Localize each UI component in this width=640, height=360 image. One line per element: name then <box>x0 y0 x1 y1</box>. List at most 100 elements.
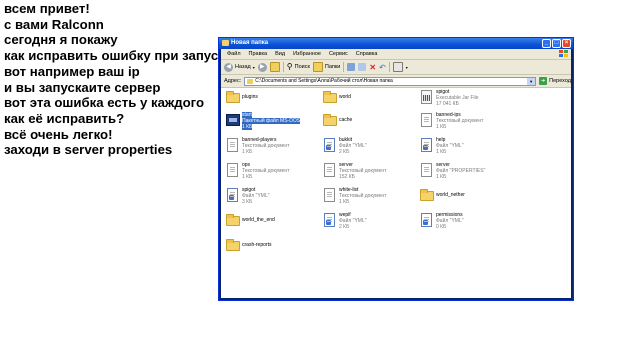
batch-file-icon <box>226 113 240 127</box>
search-icon: ⚲ <box>286 62 293 71</box>
undo-icon[interactable]: ↶ <box>379 63 386 72</box>
back-button[interactable]: ◀ Назад ▾ <box>224 62 255 72</box>
item-name: cache <box>339 117 353 123</box>
back-label: Назад <box>235 64 251 70</box>
list-item[interactable]: world <box>323 89 351 104</box>
address-path: C:\Documents and Settings\Алла\Рабочий с… <box>255 78 393 84</box>
list-item[interactable]: permissions Файл "YML" 0 КБ <box>420 212 464 230</box>
toolbar-separator <box>343 62 345 72</box>
list-item[interactable]: banned-players Текстовый документ 1 КБ <box>226 137 289 155</box>
address-bar: Адрес: C:\Documents and Settings\Алла\Ра… <box>221 75 571 88</box>
caption-line: вот например ваш ip <box>4 63 140 79</box>
item-size: 1 КБ <box>436 124 447 130</box>
menu-tools[interactable]: Сервис <box>329 49 348 59</box>
list-item[interactable]: banned-ips Текстовый документ 1 КБ <box>420 112 483 130</box>
search-button[interactable]: ⚲ Поиск <box>287 63 310 71</box>
text-document-icon <box>420 113 434 127</box>
yml-file-icon <box>420 213 434 227</box>
item-size: 1 КБ <box>339 199 350 205</box>
forward-button[interactable]: ▶ <box>257 62 267 72</box>
views-icon[interactable] <box>392 62 403 72</box>
item-size: 3 КБ <box>242 199 253 205</box>
list-item[interactable]: world_nether <box>420 187 465 202</box>
caption-line: вот эта ошибка есть у каждого <box>4 95 205 111</box>
toolbar-separator <box>282 62 284 72</box>
yml-file-icon <box>323 213 337 227</box>
item-size: 2 КБ <box>339 149 350 155</box>
menu-view[interactable]: Вид <box>275 49 285 59</box>
item-size: 152 КБ <box>339 174 355 180</box>
folder-icon <box>222 40 229 46</box>
list-item[interactable]: server Текстовый документ 152 КБ <box>323 162 386 180</box>
list-item[interactable]: wepif Файл "YML" 2 КБ <box>323 212 367 230</box>
text-document-icon <box>226 163 240 177</box>
list-item[interactable]: help Файл "YML" 1 КБ <box>420 137 464 155</box>
window-title: Новая папка <box>231 40 269 46</box>
text-document-icon <box>226 138 240 152</box>
explorer-window: Новая папка _ □ × Файл Правка Вид Избран… <box>218 37 574 301</box>
title-bar[interactable]: Новая папка _ □ × <box>219 38 573 49</box>
item-size: 2 КБ <box>339 224 350 230</box>
toolbar-separator <box>388 62 390 72</box>
copy-to-icon[interactable] <box>358 63 367 71</box>
list-item[interactable]: ops Текстовый документ 1 КБ <box>226 162 289 180</box>
back-arrow-icon: ◀ <box>224 62 233 72</box>
list-item[interactable]: bukkit Файл "YML" 2 КБ <box>323 137 367 155</box>
chevron-down-icon[interactable]: ▾ <box>406 65 408 70</box>
maximize-button[interactable]: □ <box>552 39 561 48</box>
list-item[interactable]: white-list Текстовый документ 1 КБ <box>323 187 386 205</box>
text-document-icon <box>323 163 337 177</box>
yml-file-icon <box>420 138 434 152</box>
file-list: plugins world spigot Executable Jar File… <box>221 88 571 298</box>
list-item[interactable]: crash-reports <box>226 237 271 252</box>
yml-file-icon <box>323 138 337 152</box>
folders-icon <box>312 62 323 72</box>
list-item[interactable]: server Файл "PROPERTIES" 1 КБ <box>420 162 485 180</box>
list-item[interactable]: plugins <box>226 89 258 104</box>
menu-favorites[interactable]: Избранное <box>293 49 321 59</box>
search-label: Поиск <box>294 64 310 70</box>
folders-button[interactable]: Папки <box>312 62 341 72</box>
window-body: Файл Правка Вид Избранное Сервис Справка… <box>221 49 571 298</box>
toolbar: ◀ Назад ▾ ▶ ⚲ Поиск Папки ✕ ↶ ▾ <box>221 60 571 75</box>
move-to-icon[interactable] <box>347 63 356 71</box>
folder-icon <box>226 238 240 252</box>
list-item[interactable]: cache <box>323 112 352 127</box>
caption-line: и вы запускаите сервер <box>4 79 161 95</box>
list-item[interactable]: spigot Executable Jar File 17 041 КБ <box>420 89 479 107</box>
item-name: world_the_end <box>242 217 275 223</box>
item-name: plugins <box>242 94 258 100</box>
menu-file[interactable]: Файл <box>227 49 241 59</box>
minimize-button[interactable]: _ <box>542 39 551 48</box>
menu-help[interactable]: Справка <box>356 49 378 59</box>
list-item[interactable]: spigot Файл "YML" 3 КБ <box>226 187 270 205</box>
jar-icon <box>420 90 434 104</box>
go-button[interactable]: ➜ Переход <box>539 77 571 85</box>
folders-label: Папки <box>324 64 341 70</box>
folder-icon <box>323 113 337 127</box>
menu-edit[interactable]: Правка <box>249 49 268 59</box>
up-folder-icon[interactable] <box>269 62 280 72</box>
tutorial-caption: всем привет! с вами Ralconn сегодня я по… <box>4 1 232 158</box>
delete-icon[interactable]: ✕ <box>369 63 376 72</box>
item-size: 0 КБ <box>436 224 447 230</box>
address-input[interactable]: C:\Documents and Settings\Алла\Рабочий с… <box>244 76 537 86</box>
item-size: 1 КБ <box>436 174 447 180</box>
menu-bar: Файл Правка Вид Избранное Сервис Справка <box>221 49 571 60</box>
close-button[interactable]: × <box>562 39 571 48</box>
list-item[interactable]: world_the_end <box>226 212 275 227</box>
caption-line: всё очень легко! <box>4 126 113 142</box>
item-name: crash-reports <box>242 242 272 248</box>
caption-line: заходи в server properties <box>4 142 173 158</box>
item-size: 1 КБ <box>242 149 253 155</box>
chevron-down-icon: ▾ <box>252 64 255 70</box>
item-name: world_nether <box>436 192 465 198</box>
folder-icon <box>323 90 337 104</box>
window-controls: _ □ × <box>542 39 571 48</box>
properties-file-icon <box>420 163 434 177</box>
caption-line: как её исправить? <box>4 110 125 126</box>
windows-logo-icon <box>559 50 568 58</box>
chevron-down-icon[interactable]: ▼ <box>527 77 536 85</box>
item-name: world <box>339 94 351 100</box>
list-item[interactable]: start Пакетный файл MS-DOS 1 КБ <box>226 112 301 130</box>
